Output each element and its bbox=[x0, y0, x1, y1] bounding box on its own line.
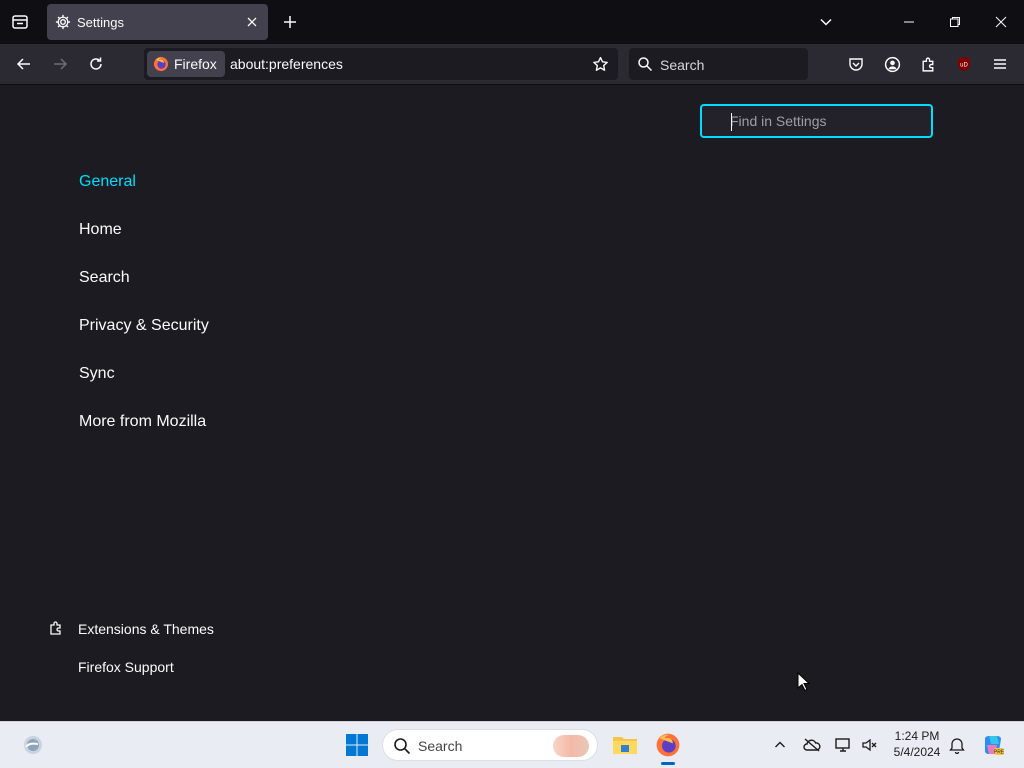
new-tab-button[interactable] bbox=[276, 8, 304, 36]
taskbar: Search 1:24 PM 5/4/2024 PRE bbox=[0, 721, 1024, 768]
ublock-button[interactable]: uD bbox=[948, 48, 980, 80]
onedrive-button[interactable] bbox=[800, 728, 824, 762]
taskbar-search-placeholder: Search bbox=[418, 738, 463, 754]
navigation-toolbar: Firefox about:preferences Search uD bbox=[0, 44, 1024, 85]
gear-icon bbox=[55, 14, 71, 30]
search-bar[interactable]: Search bbox=[629, 48, 808, 80]
search-icon bbox=[394, 738, 411, 755]
show-hidden-icons-button[interactable] bbox=[770, 728, 790, 762]
hamburger-menu-icon bbox=[994, 59, 1006, 69]
minimize-button[interactable] bbox=[886, 0, 932, 44]
forward-button[interactable] bbox=[44, 48, 76, 80]
search-highlight-image bbox=[553, 735, 589, 757]
find-in-settings-field[interactable] bbox=[700, 104, 933, 138]
volume-button[interactable] bbox=[858, 728, 882, 762]
clock-time: 1:24 PM bbox=[894, 729, 940, 743]
weather-icon bbox=[24, 736, 42, 754]
account-button[interactable] bbox=[876, 48, 908, 80]
mouse-pointer-icon bbox=[797, 672, 811, 692]
arrow-left-icon bbox=[16, 58, 30, 70]
firefox-support-link[interactable]: Firefox Support bbox=[78, 659, 174, 675]
ublock-shield-icon: uD bbox=[958, 57, 970, 71]
category-home[interactable]: Home bbox=[79, 221, 122, 239]
category-privacy-security[interactable]: Privacy & Security bbox=[79, 317, 209, 335]
notifications-button[interactable] bbox=[946, 728, 968, 762]
firefox-logo-icon bbox=[154, 57, 168, 71]
arrow-right-icon bbox=[54, 58, 68, 70]
cloud-off-icon bbox=[803, 738, 821, 752]
category-search[interactable]: Search bbox=[79, 269, 130, 287]
tab-title: Settings bbox=[77, 15, 124, 30]
firefox-taskbar-button[interactable] bbox=[651, 728, 685, 762]
widgets-button[interactable] bbox=[18, 728, 48, 762]
category-general[interactable]: General bbox=[79, 173, 136, 191]
star-icon bbox=[592, 56, 608, 71]
close-tab-button[interactable] bbox=[242, 12, 262, 32]
tab-overflow-button[interactable] bbox=[812, 8, 840, 36]
close-icon bbox=[247, 17, 257, 27]
speaker-muted-icon bbox=[862, 738, 877, 752]
find-in-settings-input[interactable] bbox=[702, 106, 931, 136]
text-caret bbox=[731, 113, 732, 131]
window-close-button[interactable] bbox=[978, 0, 1024, 44]
url-text[interactable]: about:preferences bbox=[230, 56, 343, 72]
file-explorer-button[interactable] bbox=[608, 728, 642, 762]
system-clock[interactable]: 1:24 PM 5/4/2024 bbox=[888, 728, 946, 760]
settings-page: General Home Search Privacy & Security S… bbox=[0, 85, 1024, 721]
extensions-themes-link[interactable]: Extensions & Themes bbox=[78, 621, 214, 637]
copilot-button[interactable]: PRE bbox=[978, 728, 1008, 762]
monitor-network-icon bbox=[835, 738, 850, 752]
extensions-button[interactable] bbox=[912, 48, 944, 80]
svg-text:uD: uD bbox=[960, 63, 968, 69]
start-button[interactable] bbox=[340, 728, 374, 762]
search-placeholder: Search bbox=[660, 57, 705, 73]
chevron-up-icon bbox=[775, 741, 785, 748]
folder-icon bbox=[613, 737, 637, 754]
list-all-tabs-button[interactable] bbox=[4, 6, 36, 38]
reload-icon bbox=[90, 57, 102, 70]
bell-icon bbox=[949, 738, 965, 754]
account-icon bbox=[884, 56, 900, 72]
pocket-button[interactable] bbox=[840, 48, 872, 80]
plus-icon bbox=[284, 16, 296, 28]
app-menu-button[interactable] bbox=[984, 48, 1016, 80]
identity-box[interactable]: Firefox bbox=[147, 51, 225, 77]
firefox-logo-icon bbox=[656, 733, 680, 757]
svg-text:PRE: PRE bbox=[994, 750, 1005, 756]
taskbar-search-box[interactable]: Search bbox=[382, 729, 598, 761]
back-button[interactable] bbox=[8, 48, 40, 80]
list-all-tabs-icon bbox=[12, 15, 28, 29]
reload-button[interactable] bbox=[80, 48, 112, 80]
pocket-icon bbox=[849, 58, 863, 71]
category-more-from-mozilla[interactable]: More from Mozilla bbox=[79, 413, 206, 431]
tab-settings[interactable]: Settings bbox=[47, 4, 268, 40]
bookmark-star-button[interactable] bbox=[586, 50, 614, 78]
minimize-icon bbox=[904, 21, 914, 23]
active-app-indicator bbox=[661, 762, 675, 765]
identity-label: Firefox bbox=[174, 56, 217, 72]
windows-logo-icon bbox=[346, 734, 368, 756]
tab-strip: Settings bbox=[0, 0, 1024, 44]
restore-icon bbox=[950, 17, 960, 27]
puzzle-icon bbox=[50, 621, 61, 635]
copilot-icon: PRE bbox=[985, 736, 1005, 756]
clock-date: 5/4/2024 bbox=[893, 745, 941, 759]
address-bar[interactable]: Firefox about:preferences bbox=[144, 48, 618, 80]
search-icon bbox=[638, 57, 653, 72]
chevron-down-icon bbox=[820, 18, 832, 26]
network-button[interactable] bbox=[832, 728, 856, 762]
close-icon bbox=[995, 16, 1007, 28]
restore-button[interactable] bbox=[932, 0, 978, 44]
category-sync[interactable]: Sync bbox=[79, 365, 115, 383]
puzzle-icon bbox=[921, 57, 933, 72]
